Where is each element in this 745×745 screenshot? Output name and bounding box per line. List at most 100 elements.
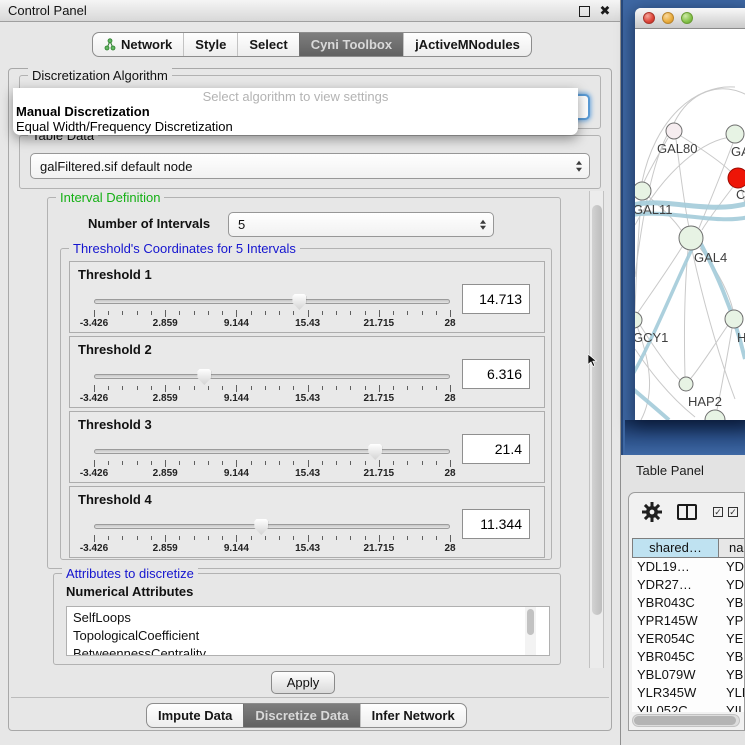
threshold-slider[interactable]: -3.4262.8599.14415.4321.71528 [94,367,450,405]
tab-style[interactable]: Style [183,33,237,56]
table-row[interactable]: YBR045CYBR0 [632,648,745,666]
checkbox-icon[interactable]: ✓ [728,507,738,517]
tick-mark [151,461,152,465]
slider-track[interactable] [94,299,450,304]
close-traffic-light-icon[interactable] [643,12,655,24]
split-columns-icon[interactable] [677,504,697,520]
tab-select[interactable]: Select [237,33,298,56]
control-panel-title: Control Panel [8,3,87,18]
apply-button[interactable]: Apply [271,671,335,694]
tick-mark [279,386,280,390]
tick-mark [336,311,337,315]
slider-track[interactable] [94,449,450,454]
tick-mark [293,311,294,315]
network-icon [104,38,116,51]
tick-mark [236,535,237,542]
network-node-label: GAL11 [635,202,673,217]
list-item[interactable]: BetweennessCentrality [73,645,549,656]
slider-track[interactable] [94,524,450,529]
threshold-slider[interactable]: -3.4262.8599.14415.4321.71528 [94,517,450,555]
tick-mark [251,461,252,465]
settings-panel: Discretization Algorithm Table Data galF… [8,68,612,731]
tick-label: -3.426 [80,393,108,404]
tab-infer-network[interactable]: Infer Network [360,704,466,727]
tick-label: 9.144 [224,393,249,404]
tick-mark [265,461,266,465]
tick-mark [122,311,123,315]
algorithm-item-manual-discretization[interactable]: Manual Discretization [13,104,578,119]
network-node[interactable] [728,168,745,188]
tab-impute-data[interactable]: Impute Data [147,704,243,727]
table-horizontal-scrollbar[interactable] [632,714,740,727]
column-header-name[interactable]: na [719,538,745,558]
tick-label: 9.144 [224,318,249,329]
number-of-intervals-spinner[interactable]: 5 [228,212,494,237]
tick-mark [236,310,237,317]
network-node[interactable] [679,377,693,391]
tick-label: 2.859 [153,543,178,554]
discretization-algorithm-title: Discretization Algorithm [28,68,172,83]
control-panel-titlebar: Control Panel ✖ [0,0,620,22]
tab-network[interactable]: Network [93,33,183,56]
list-item[interactable]: SelfLoops [73,609,549,627]
network-canvas[interactable]: GAL80GACGAL11GAL4GCY1HHAP2 [635,29,745,420]
slider-track[interactable] [94,374,450,379]
tab-discretize-data[interactable]: Discretize Data [243,704,359,727]
minimize-traffic-light-icon[interactable] [662,12,674,24]
threshold-slider[interactable]: -3.4262.8599.14415.4321.71528 [94,292,450,330]
tick-mark [350,461,351,465]
table-data-combo[interactable]: galFiltered.sif default node [30,153,590,179]
numerical-attributes-list[interactable]: SelfLoopsTopologicalCoefficientBetweenne… [66,606,550,656]
table-row[interactable]: YLR345WYLR3 [632,684,745,702]
close-icon[interactable]: ✖ [596,0,614,22]
algorithm-item-equal-width-frequency[interactable]: Equal Width/Frequency Discretization [13,119,578,134]
tick-mark [436,461,437,465]
network-node[interactable] [725,310,743,328]
tick-label: 21.715 [364,318,395,329]
network-view-window[interactable]: GAL80GACGAL11GAL4GCY1HHAP2 [635,8,745,420]
threshold-label: Threshold 3 [78,417,152,432]
settings-vertical-scrollbar[interactable] [589,191,604,668]
attributes-list-scrollbar[interactable] [525,607,536,655]
column-header-shared-name[interactable]: shared… [632,538,719,558]
tick-mark [322,461,323,465]
table-row[interactable]: YBL079WYBL0 [632,666,745,684]
network-node[interactable] [726,125,744,143]
table-row[interactable]: YBR043CYBR0 [632,594,745,612]
threshold-value-field[interactable]: 14.713 [462,284,530,314]
network-window-titlebar[interactable] [635,8,745,29]
threshold-value-field[interactable]: 6.316 [462,359,530,389]
tick-mark [108,461,109,465]
tick-mark [165,460,166,467]
checkbox-icon[interactable]: ✓ [713,507,723,517]
table-row[interactable]: YER054CYER0 [632,630,745,648]
tick-mark [108,536,109,540]
tab-cyni-toolbox[interactable]: Cyni Toolbox [299,33,403,56]
tab-label: Infer Network [372,708,455,723]
table-row[interactable]: YIL052CYIL0 [632,702,745,712]
tick-mark [436,536,437,540]
tab-jactivemnodules[interactable]: jActiveMNodules [403,33,531,56]
tick-mark [194,461,195,465]
tick-label: 9.144 [224,468,249,479]
network-node[interactable] [666,123,682,139]
table-data-combo-value: galFiltered.sif default node [40,159,192,174]
threshold-value-field[interactable]: 11.344 [462,509,530,539]
threshold-slider[interactable]: -3.4262.8599.14415.4321.71528 [94,442,450,480]
table-row[interactable]: YDR27…YDR2 [632,576,745,594]
tick-mark [236,385,237,392]
list-item[interactable]: TopologicalCoefficient [73,627,549,645]
gear-icon[interactable] [641,501,663,523]
table-row[interactable]: YPR145WYPR1 [632,612,745,630]
float-window-icon[interactable] [579,6,590,17]
tick-label: 28 [444,393,455,404]
table-row[interactable]: YDL19…YDL1 [632,558,745,576]
cell-name: YPR1 [719,612,745,630]
network-node[interactable] [635,182,651,200]
zoom-traffic-light-icon[interactable] [681,12,693,24]
network-node[interactable] [679,226,703,250]
threshold-value-field[interactable]: 21.4 [462,434,530,464]
network-node[interactable] [705,410,725,420]
tick-mark [336,461,337,465]
algorithm-placeholder-item[interactable]: Select algorithm to view settings [13,89,578,104]
